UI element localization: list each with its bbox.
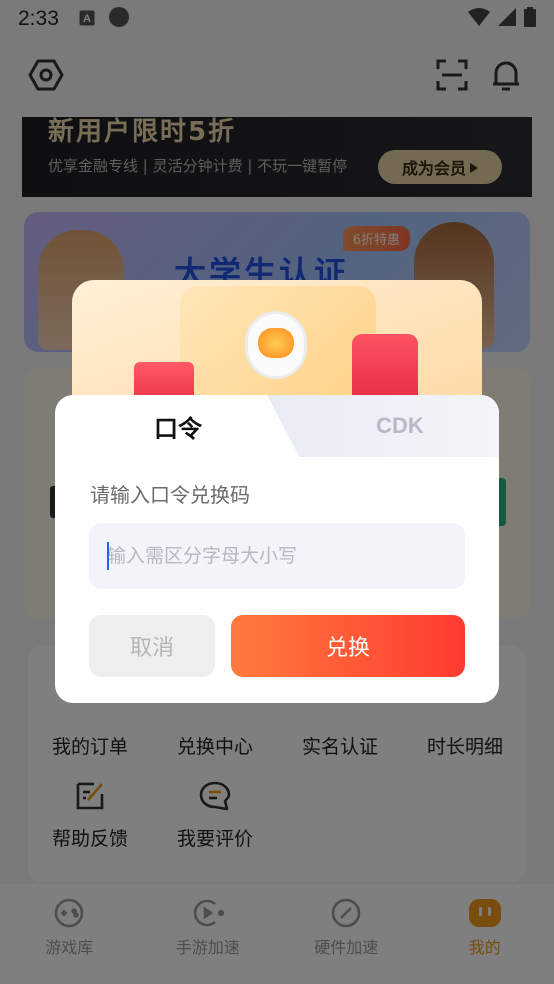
dialog-illustration: [72, 280, 482, 410]
redeem-button[interactable]: 兑换: [231, 615, 465, 677]
text-caret: [107, 542, 109, 570]
tab-passcode[interactable]: 口令: [55, 395, 301, 457]
astronaut-mascot: [248, 314, 304, 376]
redeem-code-input[interactable]: [89, 523, 465, 589]
cancel-button[interactable]: 取消: [89, 615, 215, 677]
tab-cdk[interactable]: CDK: [301, 395, 499, 457]
dialog-prompt: 请输入口令兑换码: [90, 483, 250, 507]
dialog-tabs: 口令 CDK: [55, 395, 499, 457]
redeem-dialog: 口令 CDK 请输入口令兑换码 取消 兑换: [55, 395, 499, 703]
